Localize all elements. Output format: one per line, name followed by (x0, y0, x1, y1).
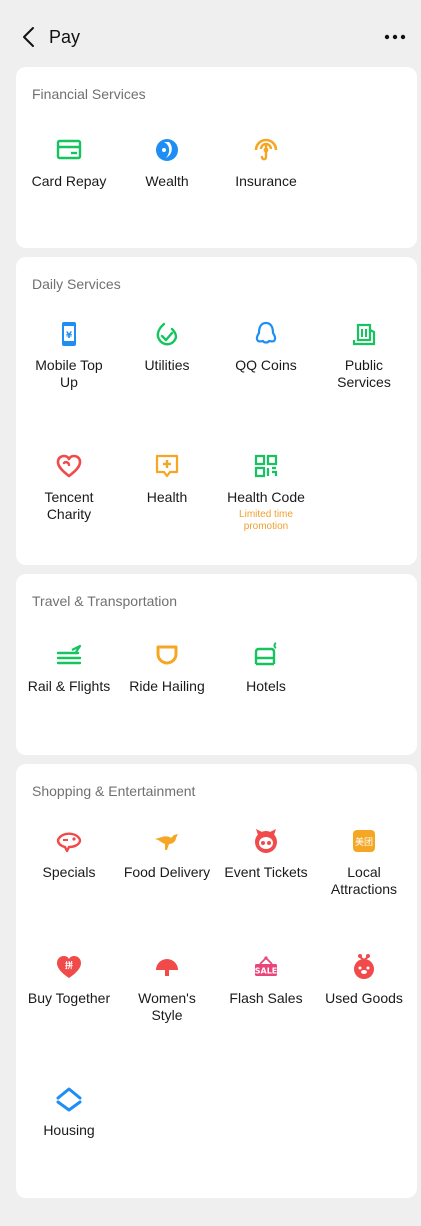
public-services-tile[interactable]: Public Services (314, 319, 414, 391)
daily-services-card: Daily Services ¥ Mobile Top Up Utilities… (16, 257, 417, 565)
section-title: Daily Services (32, 276, 121, 292)
tile-label: Flash Sales (229, 990, 303, 1006)
tile-label: Tencent Charity (44, 489, 94, 522)
local-attractions-tile[interactable]: 美团 Local Attractions (314, 826, 414, 898)
tile-label: Rail & Flights (27, 678, 111, 694)
top-bar: Pay (0, 0, 421, 64)
sale-badge-text: SALE (255, 967, 278, 976)
tile-label: Mobile Top Up (35, 357, 103, 390)
charity-heart-icon (56, 454, 82, 478)
hotels-tile[interactable]: Hotels (216, 640, 316, 695)
shopping-card: Shopping & Entertainment Specials Food D… (16, 764, 417, 1198)
tile-label: Local Attractions (330, 864, 398, 897)
specials-tile[interactable]: Specials (19, 826, 119, 881)
flash-sales-tile[interactable]: SALE Flash Sales (216, 952, 316, 1007)
rail-flights-icon (56, 644, 82, 665)
card-repay-tile[interactable]: Card Repay (19, 135, 119, 190)
qq-coins-tile[interactable]: QQ Coins (216, 319, 316, 374)
buy-together-badge-text: 拼 (65, 960, 73, 970)
qq-coins-icon (255, 321, 277, 344)
mobile-top-up-icon: ¥ (62, 322, 76, 346)
tile-label: Wealth (145, 173, 189, 189)
specials-icon (56, 832, 82, 853)
flash-sales-icon: SALE (255, 956, 278, 976)
womens-style-icon (156, 959, 178, 976)
health-icon (155, 454, 179, 478)
tile-label: Event Tickets (224, 864, 308, 880)
tile-label: Housing (43, 1122, 95, 1138)
event-tickets-tile[interactable]: Event Tickets (216, 826, 316, 881)
tencent-charity-tile[interactable]: Tencent Charity (19, 451, 119, 523)
travel-card: Travel & Transportation Rail & Flights R… (16, 574, 417, 755)
card-repay-icon (56, 139, 82, 160)
mobile-top-up-tile[interactable]: ¥ Mobile Top Up (19, 319, 119, 391)
tile-label: Health (146, 489, 188, 505)
used-goods-icon (354, 954, 374, 979)
health-code-tile[interactable]: Health Code Limited time promotion (216, 451, 316, 533)
tile-label: Public Services (337, 357, 391, 390)
public-services-icon (352, 323, 376, 346)
housing-icon (56, 1087, 82, 1112)
section-title: Financial Services (32, 86, 146, 102)
wealth-icon (156, 139, 178, 161)
svg-text:¥: ¥ (66, 331, 73, 341)
page-title: Pay (49, 27, 81, 47)
section-title: Travel & Transportation (32, 593, 177, 609)
rail-flights-tile[interactable]: Rail & Flights (19, 640, 119, 695)
tile-label: QQ Coins (235, 357, 297, 373)
tile-label: Specials (42, 864, 96, 880)
buy-together-icon: 拼 (57, 956, 81, 978)
financial-services-card: Financial Services Card Repay Wealth Ins… (16, 67, 417, 248)
health-tile[interactable]: Health (117, 451, 217, 506)
tile-label: Hotels (246, 678, 286, 694)
section-title: Shopping & Entertainment (32, 783, 196, 799)
more-dots-icon[interactable] (383, 26, 407, 48)
utilities-icon (156, 322, 178, 346)
meituan-badge-text: 美团 (355, 836, 373, 848)
food-delivery-tile[interactable]: Food Delivery (117, 826, 217, 881)
event-tickets-icon (255, 829, 277, 853)
tile-label: Card Repay (31, 173, 107, 189)
utilities-tile[interactable]: Utilities (117, 319, 217, 374)
womens-style-tile[interactable]: Women's Style (117, 952, 217, 1024)
tile-label: Used Goods (325, 990, 403, 1006)
tile-label: Buy Together (27, 990, 111, 1006)
tile-label: Women's Style (138, 990, 196, 1023)
tile-label: Ride Hailing (129, 678, 205, 694)
tile-label: Utilities (144, 357, 190, 373)
chevron-left-icon[interactable] (18, 24, 40, 50)
housing-tile[interactable]: Housing (19, 1084, 119, 1139)
insurance-tile[interactable]: Insurance (216, 135, 316, 190)
tile-label: Food Delivery (123, 864, 211, 880)
food-delivery-icon (155, 834, 178, 850)
used-goods-tile[interactable]: Used Goods (314, 952, 414, 1007)
ride-hailing-tile[interactable]: Ride Hailing (117, 640, 217, 695)
local-attractions-icon: 美团 (353, 830, 375, 852)
wealth-tile[interactable]: Wealth (117, 135, 217, 190)
ride-hailing-icon (156, 645, 178, 665)
tile-label: Insurance (235, 173, 297, 189)
qr-code-icon (254, 454, 278, 478)
promotion-note: Limited time promotion (239, 509, 293, 532)
hotel-bed-icon (254, 642, 277, 666)
tile-label: Health Code (227, 489, 305, 505)
insurance-icon (254, 138, 278, 161)
buy-together-tile[interactable]: 拼 Buy Together (19, 952, 119, 1007)
